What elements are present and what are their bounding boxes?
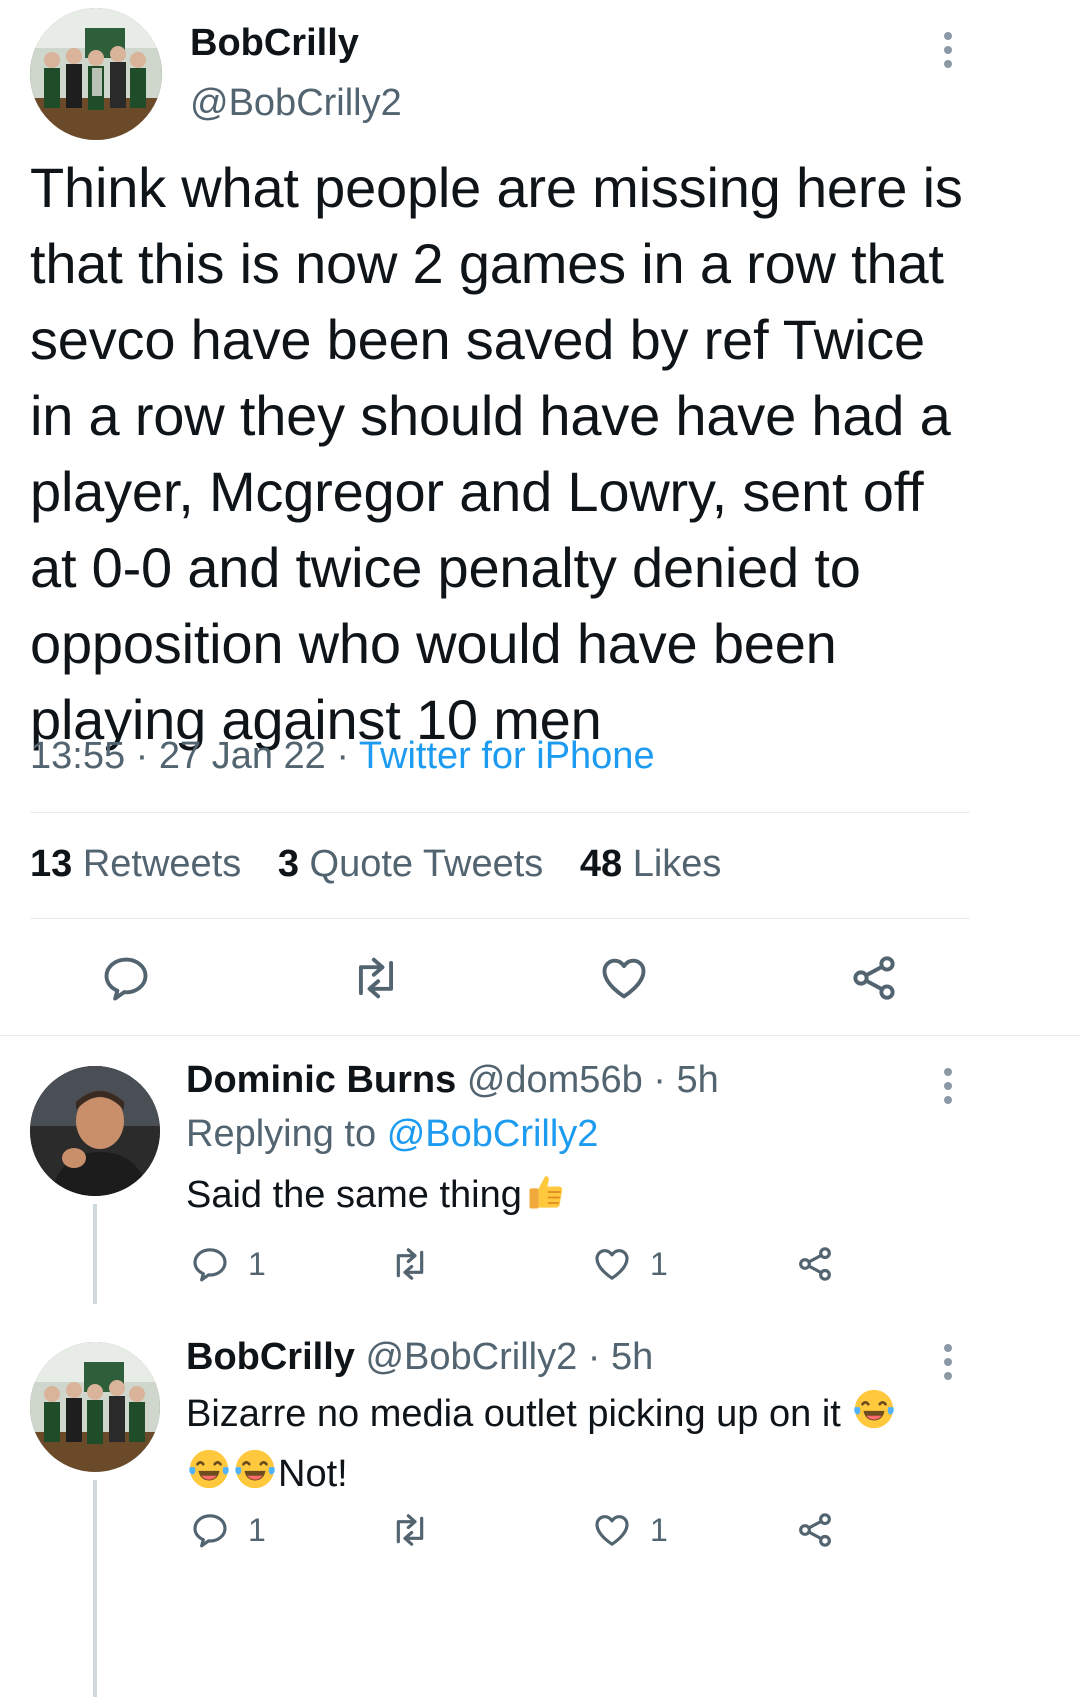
thread-line [93, 1204, 97, 1304]
thread-line [93, 1480, 97, 1697]
replying-to: Replying to @BobCrilly2 [186, 1113, 598, 1156]
quotes-count: 3 [277, 843, 299, 885]
likes-count: 48 [579, 843, 623, 885]
retweets-stat[interactable]: 13 Retweets [30, 843, 241, 885]
retweet-icon[interactable] [348, 952, 404, 1004]
tweet-date[interactable]: 27 Jan 22 [159, 735, 326, 777]
like-count: 1 [650, 1512, 668, 1548]
tweet-time[interactable]: 13:55 [30, 735, 125, 777]
reply-avatar[interactable] [30, 1066, 160, 1196]
share-icon[interactable] [795, 1244, 835, 1284]
reply-count: 1 [248, 1246, 266, 1282]
reply-text-line1: Bizarre no media outlet picking up on it [186, 1393, 841, 1436]
reply-handle[interactable]: @BobCrilly2 [365, 1336, 577, 1378]
like-icon[interactable] [592, 1244, 632, 1284]
tweet-stats: 13 Retweets 3 Quote Tweets 48 Likes [30, 843, 721, 886]
more-options-icon[interactable] [938, 1068, 958, 1110]
reply-separator: · [653, 1059, 666, 1101]
meta-separator: · [135, 735, 149, 777]
reply-separator: · [587, 1336, 601, 1378]
retweets-count: 13 [30, 843, 73, 885]
like-icon[interactable] [598, 952, 650, 1004]
reply-header: BobCrilly @BobCrilly2 · 5h [186, 1336, 653, 1379]
reply-avatar[interactable] [30, 1342, 160, 1472]
meta-separator: · [336, 735, 350, 777]
reply-display-name[interactable]: BobCrilly [186, 1336, 355, 1378]
divider [30, 812, 970, 813]
quotes-label: Quote Tweets [309, 843, 544, 885]
author-avatar[interactable] [30, 8, 162, 140]
retweet-icon[interactable] [388, 1510, 432, 1550]
reply-timestamp[interactable]: 5h [611, 1336, 653, 1378]
reply-count: 1 [248, 1512, 266, 1548]
divider [0, 1035, 1080, 1036]
thumbs-up-icon [524, 1170, 568, 1224]
author-handle[interactable]: @BobCrilly2 [190, 82, 402, 125]
laughing-crying-icon [232, 1446, 278, 1506]
likes-stat[interactable]: 48 Likes [580, 843, 722, 885]
share-icon[interactable] [795, 1510, 835, 1550]
reply-text: Bizarre no media outlet picking up on it… [186, 1386, 976, 1506]
like-icon[interactable] [592, 1510, 632, 1550]
more-options-icon[interactable] [938, 1344, 958, 1386]
replying-to-label: Replying to [186, 1113, 377, 1155]
divider [30, 918, 970, 919]
laughing-crying-icon [851, 1386, 897, 1446]
tweet-source-link[interactable]: Twitter for iPhone [359, 735, 655, 777]
reply-icon[interactable] [190, 1510, 230, 1550]
quotes-stat[interactable]: 3 Quote Tweets [278, 843, 543, 885]
author-display-name[interactable]: BobCrilly [190, 22, 359, 65]
reply-timestamp[interactable]: 5h [677, 1059, 719, 1101]
reply-text: Said the same thing [186, 1170, 568, 1224]
reply-display-name[interactable]: Dominic Burns [186, 1059, 456, 1101]
retweets-label: Retweets [82, 843, 242, 885]
reply-icon[interactable] [100, 952, 152, 1004]
likes-label: Likes [632, 843, 722, 885]
tweet-text: Think what people are missing here is th… [30, 156, 963, 751]
reply-icon[interactable] [190, 1244, 230, 1284]
retweet-icon[interactable] [388, 1244, 432, 1284]
more-options-icon[interactable] [938, 32, 958, 74]
like-count: 1 [650, 1246, 668, 1282]
laughing-crying-icon [186, 1446, 232, 1506]
reply-text-line2: Not! [278, 1453, 348, 1496]
reply-handle[interactable]: @dom56b [467, 1059, 643, 1101]
reply-header: Dominic Burns @dom56b · 5h [186, 1059, 719, 1102]
tweet-meta: 13:55 · 27 Jan 22 · Twitter for iPhone [30, 735, 655, 778]
replying-to-handle[interactable]: @BobCrilly2 [387, 1113, 599, 1155]
share-icon[interactable] [848, 952, 900, 1004]
reply-text-content: Said the same thing [186, 1174, 522, 1217]
